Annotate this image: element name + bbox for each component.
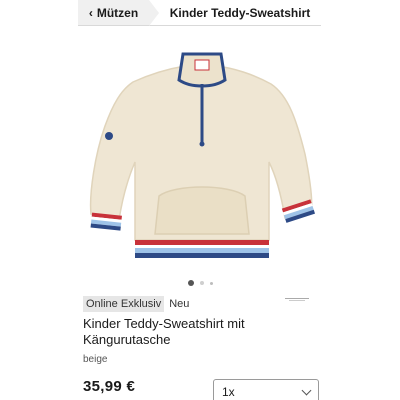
chevron-left-icon: ‹ [88, 5, 93, 20]
quantity-select[interactable]: 1x [213, 379, 319, 400]
back-to-category-button[interactable]: ‹ Mützen [78, 0, 159, 26]
brand-logo [277, 297, 317, 309]
quantity-value: 1x [222, 385, 235, 399]
chevron-down-icon [301, 385, 312, 395]
waistband-stripe-white [135, 245, 269, 248]
sleeve-patch-icon [105, 132, 113, 140]
gallery-dot[interactable] [199, 281, 204, 285]
new-badge: Neu [169, 298, 190, 310]
gallery-pagination [0, 280, 400, 286]
gallery-dot-active[interactable] [187, 280, 194, 286]
breadcrumb-nav: ‹ Mützen Kinder Teddy-Sweatshirt [78, 0, 321, 26]
waistband-stripe-blue [135, 248, 269, 253]
product-title: Kinder Teddy-Sweatshirt mit Kängurutasch… [83, 316, 245, 347]
waistband-stripe-navy [135, 253, 269, 258]
collar-label-tag [194, 59, 210, 71]
online-exclusive-badge: Online Exklusiv [83, 296, 165, 312]
zipper-pull [199, 141, 205, 147]
back-button-label: Mützen [96, 5, 139, 20]
kangaroo-pocket-shape [154, 186, 250, 235]
product-image[interactable] [85, 44, 317, 270]
waistband-stripe-red [135, 240, 269, 245]
product-color: beige [83, 354, 108, 365]
gallery-dot[interactable] [209, 281, 213, 285]
product-price: 35,99 € [83, 378, 136, 395]
left-cuff [90, 212, 122, 231]
current-page-title: Kinder Teddy-Sweatshirt [169, 5, 311, 20]
product-badges: Online Exklusiv Neu [83, 296, 190, 312]
